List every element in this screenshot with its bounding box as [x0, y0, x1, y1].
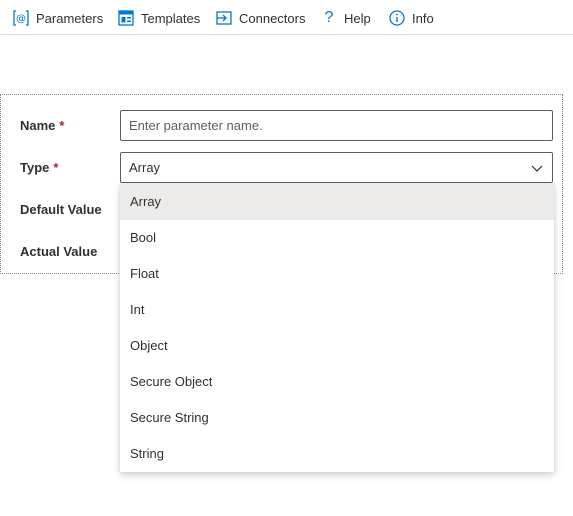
- templates-button[interactable]: Templates: [117, 8, 200, 28]
- help-button[interactable]: ? Help: [320, 8, 371, 28]
- chevron-down-icon: [528, 159, 546, 177]
- dropdown-option-string[interactable]: String: [120, 436, 554, 472]
- parameters-label: Parameters: [36, 10, 104, 26]
- type-select[interactable]: Array: [120, 152, 553, 183]
- name-input[interactable]: [120, 110, 553, 141]
- dropdown-option-array[interactable]: Array: [120, 184, 554, 220]
- name-label: Name *: [20, 118, 65, 133]
- connectors-icon: [215, 9, 233, 27]
- type-dropdown-list: Array Bool Float Int Object Secure Objec…: [120, 184, 554, 472]
- toolbar: @ Parameters Templates Connectors ? Help…: [0, 0, 573, 35]
- dropdown-option-secure-object[interactable]: Secure Object: [120, 364, 554, 400]
- templates-label: Templates: [141, 10, 201, 26]
- type-label: Type *: [20, 160, 59, 175]
- help-label: Help: [344, 10, 371, 26]
- help-icon: ?: [324, 9, 334, 26]
- parameters-button[interactable]: @ Parameters: [12, 8, 103, 28]
- dropdown-option-bool[interactable]: Bool: [120, 220, 554, 256]
- type-select-value: Array: [129, 160, 161, 175]
- dropdown-option-object[interactable]: Object: [120, 328, 554, 364]
- dropdown-option-int[interactable]: Int: [120, 292, 554, 328]
- dropdown-option-float[interactable]: Float: [120, 256, 554, 292]
- parameters-icon: @: [12, 9, 30, 27]
- required-mark: *: [59, 118, 65, 133]
- svg-text:@: @: [16, 14, 26, 25]
- dropdown-option-secure-string[interactable]: Secure String: [120, 400, 554, 436]
- info-icon: [388, 9, 406, 27]
- required-mark: *: [53, 160, 59, 175]
- default-value-label: Default Value: [20, 202, 102, 217]
- info-button[interactable]: Info: [388, 8, 434, 28]
- info-label: Info: [412, 10, 434, 26]
- connectors-button[interactable]: Connectors: [215, 8, 305, 28]
- actual-value-label: Actual Value: [20, 244, 98, 259]
- connectors-label: Connectors: [239, 10, 306, 26]
- templates-icon: [117, 9, 135, 27]
